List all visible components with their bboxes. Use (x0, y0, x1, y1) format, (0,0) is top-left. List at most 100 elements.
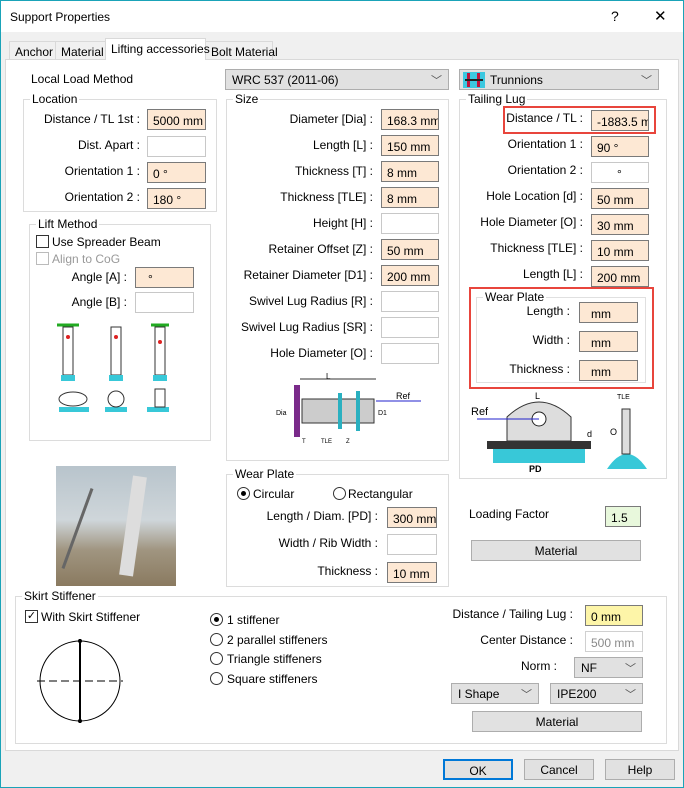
tl-wear-length-input[interactable]: mm (579, 302, 638, 323)
center-distance-input[interactable]: 500 mm (585, 631, 643, 652)
2-parallel-stiffeners-radio[interactable] (210, 632, 223, 646)
tailing-lug-material-button[interactable]: Material (471, 540, 641, 561)
diagram-label-tle: TLE (321, 439, 332, 445)
triangle-stiffeners-label: Triangle stiffeners (227, 652, 322, 666)
tl-length-l-label: Length [L] : (522, 267, 583, 281)
tl-wear-thickness-input[interactable]: mm (579, 360, 638, 381)
orientation-2-label: Orientation 2 : (64, 190, 140, 204)
help-button[interactable]: Help (605, 759, 675, 780)
swivel-lug-radius-r-input[interactable] (381, 291, 439, 312)
diagram-label-ref: Ref (471, 406, 489, 418)
align-cog-checkbox[interactable] (36, 252, 49, 265)
angle-b-label: Angle [B] : (71, 295, 127, 309)
tab-anchor[interactable]: Anchor (9, 41, 56, 60)
circular-label: Circular (253, 487, 295, 501)
loading-factor-input[interactable]: 1.5 (605, 506, 641, 527)
orientation-1-label: Orientation 1 : (64, 164, 140, 178)
retainer-diameter-d1-label: Retainer Diameter [D1] : (243, 268, 373, 282)
shape-select[interactable]: I Shape ﹀ (451, 683, 539, 704)
hole-diameter-o-input[interactable] (381, 343, 439, 364)
selected-value: NF (581, 661, 597, 675)
lift-method-diagram (57, 323, 169, 412)
length-l-input[interactable]: 150 mm (381, 135, 439, 156)
diagram-label-ref: Ref (396, 391, 411, 401)
wear-thickness-input[interactable]: 10 mm (387, 562, 437, 583)
selected-value: IPE200 (557, 687, 597, 701)
tl-thickness-tle-input[interactable]: 10 mm (591, 240, 649, 261)
support-properties-dialog: Support Properties ? ✕ Anchor Material L… (0, 0, 684, 788)
height-h-input[interactable] (381, 213, 439, 234)
triangle-stiffeners-radio[interactable] (210, 652, 223, 665)
tl-orientation-2-label: Orientation 2 : (507, 163, 583, 177)
2-parallel-stiffeners-label: 2 parallel stiffeners (227, 632, 328, 647)
support-type-select[interactable]: Trunnions ﹀ (459, 69, 659, 90)
wear-width-label: Width / Rib Width : (278, 536, 378, 550)
orientation-1-input[interactable]: 0 ° (147, 162, 206, 183)
align-cog-label: Align to CoG (52, 252, 121, 266)
retainer-diameter-d1-input[interactable]: 200 mm (381, 265, 439, 286)
diagram-label-d: d (587, 429, 592, 439)
group-title: Tailing Lug (466, 92, 528, 106)
square-stiffeners-radio[interactable] (210, 671, 223, 685)
close-icon[interactable]: ✕ (654, 7, 667, 25)
1-stiffener-radio[interactable] (210, 613, 223, 626)
window-title: Support Properties (10, 10, 111, 24)
diagram-label-l: L (535, 391, 540, 401)
tl-orientation-2-input[interactable]: ° (591, 162, 649, 183)
skirt-material-button[interactable]: Material (472, 711, 642, 732)
tl-length-l-input[interactable]: 200 mm (591, 266, 649, 287)
thickness-tle-input[interactable]: 8 mm (381, 187, 439, 208)
wear-thickness-label: Thickness : (317, 564, 378, 578)
distance-tl-1st-label: Distance / TL 1st : (43, 112, 140, 126)
rectangular-radio[interactable] (333, 487, 346, 500)
diameter-dia-input[interactable]: 168.3 mm (381, 109, 439, 130)
tab-bolt-material[interactable]: Bolt Material (205, 41, 278, 60)
tl-hole-location-d-input[interactable]: 50 mm (591, 188, 649, 209)
tl-hole-diameter-o-input[interactable]: 30 mm (591, 214, 649, 235)
circular-radio[interactable] (237, 487, 250, 500)
norm-label: Norm : (521, 659, 557, 673)
angle-a-input[interactable]: ° (135, 267, 194, 288)
chevron-down-icon: ﹀ (625, 689, 636, 701)
chevron-down-icon: ﹀ (431, 75, 442, 87)
diagram-label-o: O (610, 427, 617, 437)
highlight-box (503, 106, 656, 134)
tab-material[interactable]: Material (55, 41, 106, 60)
diagram-label-l: L (326, 372, 331, 381)
ok-button[interactable]: OK (443, 759, 513, 780)
orientation-2-input[interactable]: 180 ° (147, 188, 206, 209)
selected-value: I Shape (458, 687, 500, 701)
cancel-button[interactable]: Cancel (524, 759, 594, 780)
diagram-label-z: Z (346, 439, 350, 445)
help-icon[interactable]: ? (611, 8, 619, 24)
distance-tailing-lug-input[interactable]: 0 mm (585, 605, 643, 626)
tl-wear-width-input[interactable]: mm (579, 331, 638, 352)
norm-select[interactable]: NF ﹀ (574, 657, 643, 678)
group-title: Wear Plate (233, 467, 297, 481)
wear-width-input[interactable] (387, 534, 437, 555)
skirt-stiffener-diagram (37, 639, 123, 723)
swivel-lug-radius-r-label: Swivel Lug Radius [R] : (248, 294, 373, 308)
wear-length-input[interactable]: 300 mm (387, 507, 437, 528)
use-spreader-beam-checkbox[interactable] (36, 235, 49, 248)
local-load-method-select[interactable]: WRC 537 (2011-06) ﹀ (225, 69, 449, 90)
selected-value: Trunnions (490, 73, 543, 87)
dist-apart-input[interactable] (147, 136, 206, 157)
retainer-offset-z-input[interactable]: 50 mm (381, 239, 439, 260)
swivel-lug-radius-sr-input[interactable] (381, 317, 439, 338)
distance-tl-1st-input[interactable]: 5000 mm (147, 109, 206, 130)
group-title: Lift Method (36, 217, 100, 231)
with-skirt-stiffener-checkbox[interactable]: ✓ (25, 610, 38, 623)
selected-value: WRC 537 (2011-06) (232, 73, 339, 87)
angle-b-input[interactable] (135, 292, 194, 313)
chevron-down-icon: ﹀ (625, 663, 636, 675)
local-load-method-label: Local Load Method (31, 72, 134, 86)
distance-tailing-lug-label: Distance / Tailing Lug : (452, 607, 573, 621)
tl-wear-thickness-label: Thickness : (509, 362, 570, 376)
tab-lifting-accessories[interactable]: Lifting accessories (105, 38, 210, 60)
tl-hole-diameter-o-label: Hole Diameter [O] : (480, 215, 583, 229)
thickness-t-input[interactable]: 8 mm (381, 161, 439, 182)
tl-orientation-1-input[interactable]: 90 ° (591, 136, 649, 157)
profile-select[interactable]: IPE200 ﹀ (550, 683, 643, 704)
1-stiffener-label: 1 stiffener (227, 613, 280, 627)
